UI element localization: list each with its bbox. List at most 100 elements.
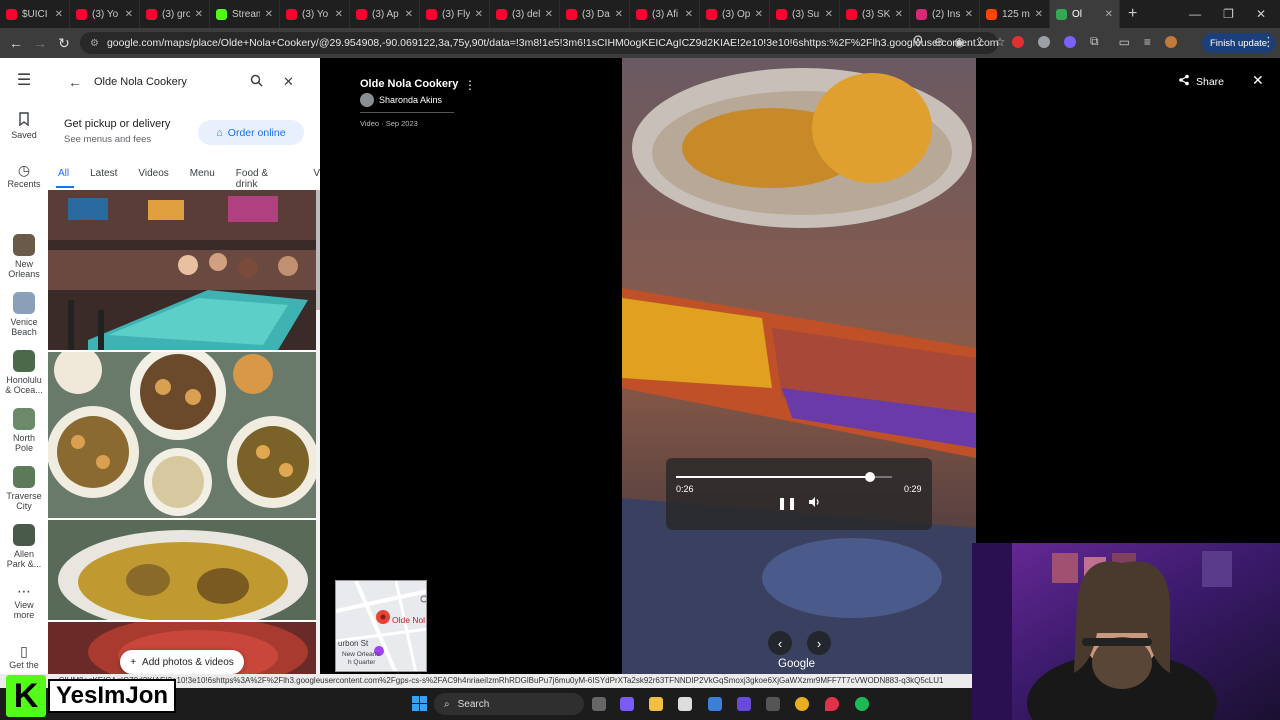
chrome-icon[interactable]: [795, 697, 809, 711]
photo-bar-interior[interactable]: [48, 190, 316, 350]
photo-food-platters[interactable]: [48, 352, 316, 518]
share-page-icon[interactable]: ⇪: [975, 35, 985, 49]
browser-tab[interactable]: (3) Afi ✕: [630, 0, 700, 28]
extensions-puzzle-icon[interactable]: ⧉: [1090, 34, 1099, 49]
search-input[interactable]: [94, 76, 244, 88]
recent-place-item[interactable]: Venice Beach: [0, 292, 48, 337]
task-view-icon[interactable]: [592, 697, 606, 711]
mail-icon[interactable]: [708, 697, 722, 711]
recent-place-item[interactable]: New Orleans: [0, 234, 48, 279]
progress-handle[interactable]: [864, 472, 875, 482]
viewer-author[interactable]: Sharonda Akins: [360, 93, 442, 107]
back-arrow-icon[interactable]: ←: [58, 74, 94, 90]
new-tab-button[interactable]: +: [1128, 5, 1137, 23]
rail-view-more[interactable]: ⋯ View more: [0, 584, 48, 620]
browser-tab[interactable]: (3) del ✕: [490, 0, 560, 28]
tab-close-icon[interactable]: ✕: [825, 9, 833, 20]
tab-close-icon[interactable]: ✕: [265, 9, 273, 20]
tab-close-icon[interactable]: ✕: [195, 9, 203, 20]
filter-tab[interactable]: Menu: [190, 168, 215, 190]
browser-tab[interactable]: $UICI ✕: [0, 0, 70, 28]
viewer-place-name[interactable]: Olde Nola Cookery: [360, 78, 458, 90]
filter-tab[interactable]: Videos: [138, 168, 168, 190]
recent-place-item[interactable]: Traverse City: [0, 466, 48, 511]
menu-hamburger-icon[interactable]: ☰: [0, 73, 48, 90]
browser-tab[interactable]: (3) Da ✕: [560, 0, 630, 28]
extension-gray-icon[interactable]: [1038, 35, 1050, 48]
browser-tab[interactable]: Ol ✕: [1050, 0, 1120, 28]
video-frame[interactable]: [622, 58, 976, 674]
bookmark-star-icon[interactable]: ☆: [995, 35, 1006, 49]
tab-close-icon[interactable]: ✕: [335, 9, 343, 20]
viewer-more-icon[interactable]: ⋮: [464, 78, 476, 92]
browser-menu-icon[interactable]: ⋮: [1262, 34, 1275, 50]
tab-close-icon[interactable]: ✕: [895, 9, 903, 20]
restore-icon[interactable]: ❐: [1223, 7, 1234, 21]
spotify-icon[interactable]: [855, 697, 869, 711]
tab-close-icon[interactable]: ✕: [55, 9, 63, 20]
tab-close-icon[interactable]: ✕: [1105, 9, 1113, 20]
tab-close-icon[interactable]: ✕: [1035, 9, 1043, 20]
maps-pin-icon[interactable]: [825, 697, 839, 711]
share-button[interactable]: Share: [1178, 74, 1224, 89]
filter-tab[interactable]: Food & drink: [236, 168, 293, 190]
reload-icon[interactable]: ↻: [52, 35, 76, 52]
file-explorer-icon[interactable]: [649, 697, 663, 711]
browser-tab[interactable]: (3) Yo ✕: [280, 0, 350, 28]
profile-avatar[interactable]: [1164, 35, 1177, 48]
windows-start-icon[interactable]: [412, 696, 427, 711]
add-photos-button[interactable]: + Add photos & videos: [120, 650, 244, 674]
tab-close-icon[interactable]: ✕: [755, 9, 763, 20]
tab-close-icon[interactable]: ✕: [475, 9, 483, 20]
minimize-icon[interactable]: —: [1189, 7, 1201, 21]
tab-close-icon[interactable]: ✕: [545, 9, 553, 20]
tab-close-icon[interactable]: ✕: [685, 9, 693, 20]
rail-saved[interactable]: Saved: [0, 112, 48, 140]
incognito-eye-icon[interactable]: ◉: [954, 35, 964, 49]
tab-close-icon[interactable]: ✕: [615, 9, 623, 20]
location-icon[interactable]: [912, 35, 924, 47]
forward-icon[interactable]: →: [28, 35, 52, 51]
tab-close-icon[interactable]: ✕: [965, 9, 973, 20]
browser-tab[interactable]: (3) Fly ✕: [420, 0, 490, 28]
store-app-icon[interactable]: [678, 697, 692, 711]
back-icon[interactable]: ←: [4, 35, 28, 51]
taskbar-search[interactable]: ⌕ Search: [434, 693, 584, 715]
media-icon[interactable]: ≡: [1144, 35, 1151, 49]
browser-tab[interactable]: (3) Ap ✕: [350, 0, 420, 28]
site-info-icon[interactable]: ⚙: [90, 38, 99, 49]
rail-get-app[interactable]: ▯ Get the: [0, 644, 48, 670]
browser-tab[interactable]: (3) Su ✕: [770, 0, 840, 28]
tab-close-icon[interactable]: ✕: [125, 9, 133, 20]
volume-icon[interactable]: [808, 496, 821, 511]
next-media-icon[interactable]: ›: [807, 631, 831, 655]
copilot-icon[interactable]: [620, 697, 634, 711]
video-progress-bar[interactable]: [676, 472, 892, 482]
clear-search-icon[interactable]: ✕: [283, 74, 294, 90]
browser-tab[interactable]: (3) SK ✕: [840, 0, 910, 28]
order-online-button[interactable]: ⌂ Order online: [198, 120, 304, 145]
extension-purple-icon[interactable]: [1064, 35, 1076, 48]
extension-red-icon[interactable]: [1012, 35, 1024, 48]
rail-recents[interactable]: ◷ Recents: [0, 163, 48, 189]
browser-tab[interactable]: (3) gro ✕: [140, 0, 210, 28]
browser-tab[interactable]: (3) Yo ✕: [70, 0, 140, 28]
previous-media-icon[interactable]: ‹: [768, 631, 792, 655]
recent-place-item[interactable]: North Pole: [0, 408, 48, 453]
close-window-icon[interactable]: ✕: [1256, 7, 1266, 21]
app-icon[interactable]: [737, 697, 751, 711]
close-viewer-icon[interactable]: ✕: [1252, 72, 1264, 89]
url-bar[interactable]: ⚙ google.com/maps/place/Olde+Nola+Cooker…: [80, 32, 998, 54]
filter-tab[interactable]: V: [313, 168, 320, 190]
install-icon[interactable]: ⊕: [934, 35, 944, 49]
mini-map[interactable]: Olde Nol urbon St New Orleans h Quarter: [335, 580, 427, 672]
browser-tab[interactable]: (3) Op ✕: [700, 0, 770, 28]
photo-gumbo-plate[interactable]: [48, 520, 316, 620]
app-icon-2[interactable]: [766, 697, 780, 711]
sidebar-icon[interactable]: ▭: [1119, 35, 1130, 49]
search-icon[interactable]: [250, 74, 263, 90]
pause-icon[interactable]: ❚❚: [777, 496, 797, 510]
browser-tab[interactable]: (2) Ins ✕: [910, 0, 980, 28]
browser-tab[interactable]: Stream ✕: [210, 0, 280, 28]
recent-place-item[interactable]: Honolulu & Ocea...: [0, 350, 48, 395]
